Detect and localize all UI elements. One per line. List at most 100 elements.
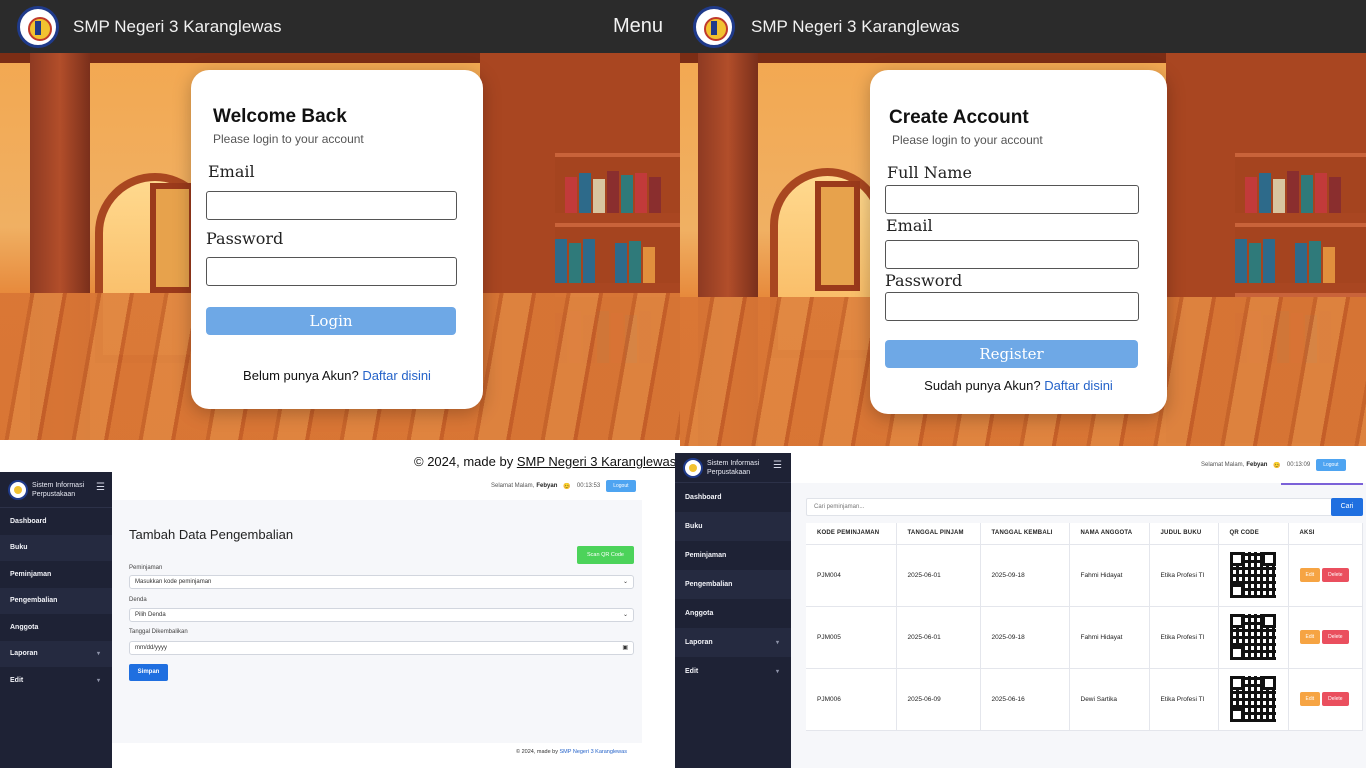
- edit-button[interactable]: Edit: [1299, 630, 1321, 644]
- login-title: Welcome Back: [213, 106, 347, 127]
- footer-link[interactable]: SMP Negeri 3 Karanglewas: [560, 749, 627, 755]
- sidebar-item-laporan[interactable]: Laporan ▾: [675, 628, 791, 657]
- user-name: Febyan: [1246, 462, 1268, 468]
- qr-code-icon[interactable]: [1229, 614, 1276, 660]
- sidebar-item-label: Laporan: [10, 650, 38, 658]
- login-link[interactable]: Daftar disini: [1044, 378, 1113, 393]
- logout-button[interactable]: Logout: [1316, 459, 1346, 471]
- email-label: Email: [886, 216, 933, 235]
- page-title: Tambah Data Pengembalian: [129, 527, 294, 542]
- register-link[interactable]: Daftar disini: [362, 368, 431, 383]
- sidebar-item-pengembalian[interactable]: Pengembalian: [675, 570, 791, 599]
- search-input[interactable]: Cari peminjaman...: [806, 498, 1333, 516]
- delete-button[interactable]: Delete: [1322, 568, 1349, 582]
- sidebar-item-label: Edit: [685, 668, 699, 675]
- register-card: Create Account Please login to your acco…: [870, 70, 1167, 414]
- fullname-field[interactable]: [885, 185, 1139, 214]
- login-subtitle: Please login to your account: [213, 132, 364, 146]
- sidebar-header: Sistem Informasi Perpustakaan ☰: [675, 453, 791, 483]
- hamburger-icon[interactable]: ☰: [773, 460, 782, 471]
- cell-kembali: 2025-06-16: [980, 668, 1070, 731]
- chevron-down-icon: ▾: [96, 651, 100, 658]
- clock-time: 00:13:09: [1286, 462, 1311, 468]
- logout-button[interactable]: Logout: [606, 480, 636, 492]
- loan-table: KODE PEMINJAMAN TANGGAL PINJAM TANGGAL K…: [806, 523, 1363, 731]
- login-button[interactable]: Login: [206, 307, 456, 335]
- cell-aksi: Edit Delete: [1288, 668, 1363, 731]
- hamburger-icon[interactable]: ☰: [96, 482, 105, 493]
- delete-button[interactable]: Delete: [1322, 630, 1349, 644]
- cell-qr: [1218, 544, 1289, 607]
- cell-pinjam: 2025-06-09: [896, 668, 981, 731]
- sidebar-item-pengembalian[interactable]: Pengembalian: [0, 587, 112, 614]
- fullname-label: Full Name: [887, 163, 972, 182]
- register-button[interactable]: Register: [885, 340, 1138, 368]
- tanggal-input[interactable]: mm/dd/yyyy ▣: [129, 641, 634, 655]
- sidebar-item-dashboard[interactable]: Dashboard: [0, 508, 112, 535]
- sidebar: Sistem Informasi Perpustakaan ☰ Dashboar…: [675, 453, 791, 768]
- denda-select[interactable]: Pilih Denda ⌄: [129, 608, 634, 622]
- form-area: Tambah Data Pengembalian Scan QR Code Pe…: [112, 500, 642, 743]
- caption-link[interactable]: SMP Negeri 3 Karanglewas: [517, 454, 676, 469]
- column-header[interactable]: QR CODE: [1218, 523, 1289, 545]
- edit-button[interactable]: Edit: [1299, 568, 1321, 582]
- sidebar-item-peminjaman[interactable]: Peminjaman: [675, 541, 791, 570]
- cell-qr: [1218, 606, 1289, 669]
- sidebar-item-edit[interactable]: Edit ▾: [0, 667, 112, 694]
- table-row: PJM005 2025-06-01 2025-09-18 Fahmi Hiday…: [806, 606, 1363, 669]
- peminjaman-label: Peminjaman: [129, 565, 163, 571]
- delete-button[interactable]: Delete: [1322, 692, 1349, 706]
- sidebar-item-edit[interactable]: Edit ▾: [675, 657, 791, 686]
- table-row: PJM004 2025-06-01 2025-09-18 Fahmi Hiday…: [806, 544, 1363, 607]
- column-header[interactable]: NAMA ANGGOTA: [1069, 523, 1150, 545]
- sidebar-item-laporan[interactable]: Laporan ▾: [0, 640, 112, 667]
- sidebar-item-anggota[interactable]: Anggota: [0, 614, 112, 641]
- qr-code-icon[interactable]: [1229, 676, 1276, 722]
- register-prompt: Belum punya Akun? Daftar disini: [191, 368, 483, 383]
- peminjaman-select[interactable]: Masukkan kode peminjaman ⌄: [129, 575, 634, 589]
- caption-text: © 2024, made by: [414, 454, 514, 469]
- column-header[interactable]: TANGGAL PINJAM: [896, 523, 981, 545]
- column-header[interactable]: AKSI: [1288, 523, 1363, 545]
- calendar-icon[interactable]: ▣: [622, 642, 628, 654]
- email-field[interactable]: [885, 240, 1139, 269]
- navbar: SMP Negeri 3 Karanglewas: [680, 0, 1366, 53]
- cell-nama: Fahmi Hidayat: [1069, 544, 1150, 607]
- cell-nama: Fahmi Hidayat: [1069, 606, 1150, 669]
- email-field[interactable]: [206, 191, 457, 220]
- denda-label: Denda: [129, 597, 147, 603]
- cell-kode: PJM006: [806, 668, 897, 731]
- qr-code-icon[interactable]: [1229, 552, 1276, 598]
- greeting: Selamat Malam,: [1201, 462, 1245, 468]
- table-row: PJM006 2025-06-09 2025-06-16 Dewi Sartik…: [806, 668, 1363, 731]
- column-header[interactable]: JUDUL BUKU: [1149, 523, 1219, 545]
- save-button[interactable]: Simpan: [129, 664, 168, 681]
- sidebar-title-line2: Perpustakaan: [32, 490, 76, 498]
- sidebar-logo: [683, 457, 703, 478]
- brand-name[interactable]: SMP Negeri 3 Karanglewas: [73, 17, 282, 37]
- greeting: Selamat Malam,: [491, 483, 535, 489]
- password-field[interactable]: [206, 257, 457, 286]
- sidebar-title-line1: Sistem Informasi: [707, 459, 760, 467]
- sidebar-item-dashboard[interactable]: Dashboard: [675, 483, 791, 512]
- school-logo: [17, 5, 59, 48]
- sidebar-item-anggota[interactable]: Anggota: [675, 599, 791, 628]
- column-header[interactable]: TANGGAL KEMBALI: [980, 523, 1070, 545]
- scan-qr-button[interactable]: Scan QR Code: [577, 546, 634, 564]
- login-screen: SMP Negeri 3 Karanglewas Menu Welcome Ba…: [0, 0, 680, 440]
- cell-qr: [1218, 668, 1289, 731]
- cell-kode: PJM004: [806, 544, 897, 607]
- sidebar-item-buku[interactable]: Buku: [675, 512, 791, 541]
- brand-name[interactable]: SMP Negeri 3 Karanglewas: [751, 17, 960, 37]
- sidebar-logo: [8, 479, 28, 500]
- menu-link[interactable]: Menu: [613, 15, 663, 38]
- column-header[interactable]: KODE PEMINJAMAN: [806, 523, 897, 545]
- sidebar-item-buku[interactable]: Buku: [0, 534, 112, 561]
- search-button[interactable]: Cari: [1331, 498, 1363, 516]
- cell-judul: Etika Profesi TI: [1149, 544, 1219, 607]
- edit-button[interactable]: Edit: [1299, 692, 1321, 706]
- sidebar-title: Sistem Informasi Perpustakaan: [707, 459, 771, 477]
- sidebar-item-peminjaman[interactable]: Peminjaman: [0, 561, 112, 588]
- email-label: Email: [208, 162, 255, 181]
- password-field[interactable]: [885, 292, 1139, 321]
